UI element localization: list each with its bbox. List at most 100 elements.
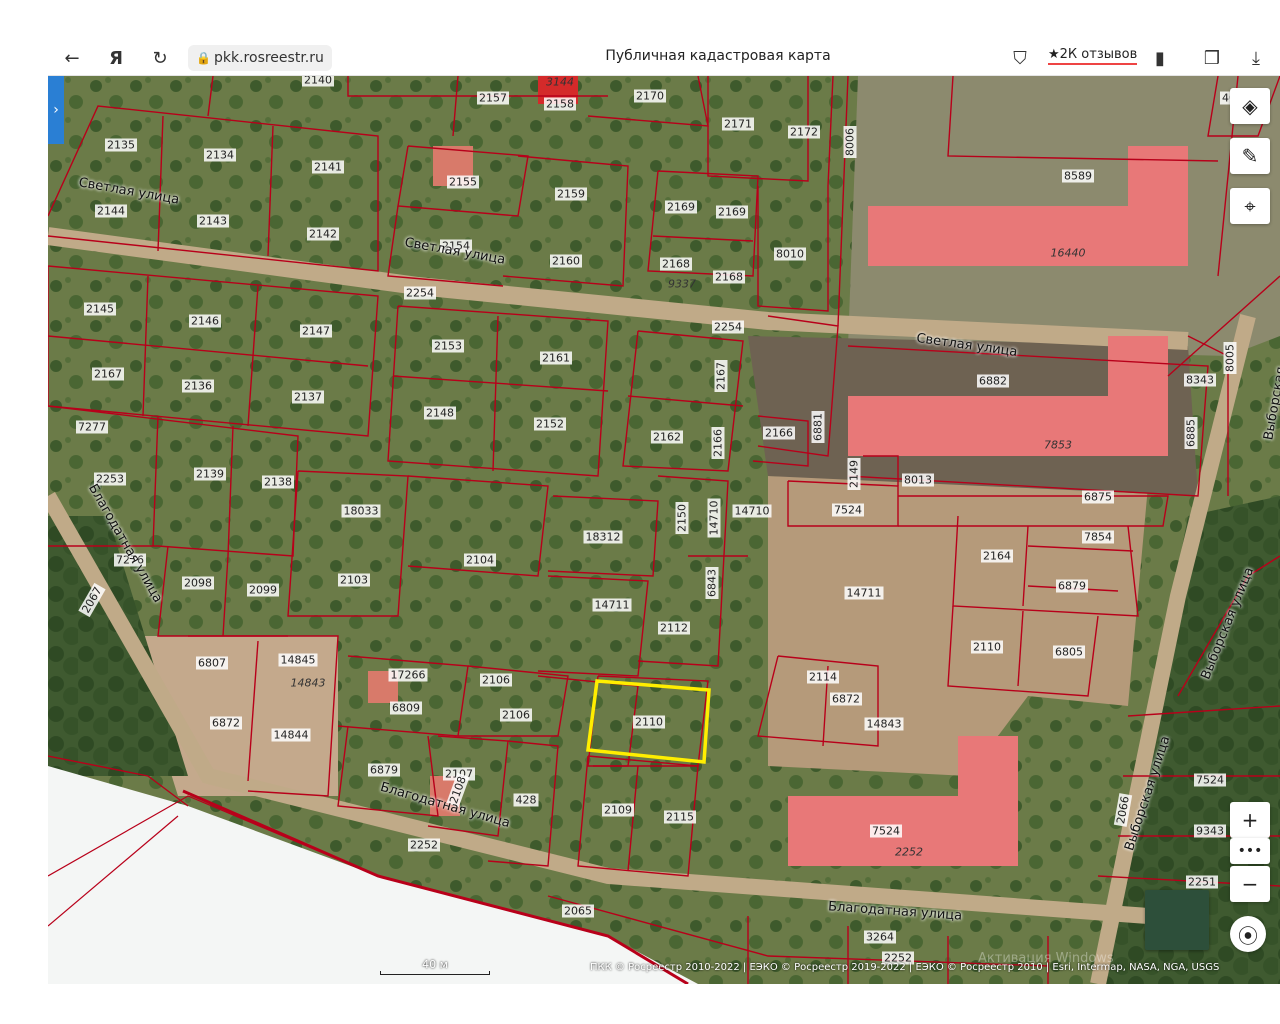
- parcel-label[interactable]: 2143: [197, 214, 229, 228]
- compass-icon[interactable]: ⦿: [1230, 916, 1266, 952]
- parcel-label[interactable]: 6879: [1056, 579, 1088, 593]
- parcel-label[interactable]: 2152: [534, 417, 566, 431]
- parcel-label[interactable]: 6872: [210, 716, 242, 730]
- parcel-label[interactable]: 2167: [92, 367, 124, 381]
- parcel-label[interactable]: 2141: [312, 160, 344, 174]
- parcel-label[interactable]: 9337: [666, 278, 698, 291]
- parcel-label[interactable]: 14710: [732, 504, 772, 518]
- plus-icon[interactable]: +: [1230, 802, 1270, 838]
- parcel-label[interactable]: 2167: [714, 360, 728, 392]
- parcel-label[interactable]: 2144: [95, 204, 127, 218]
- parcel-label[interactable]: 2157: [477, 91, 509, 105]
- minimap[interactable]: [1145, 890, 1209, 950]
- parcel-label[interactable]: 18033: [341, 504, 381, 518]
- parcel-label[interactable]: 6882: [977, 374, 1009, 388]
- parcel-label[interactable]: 2254: [712, 320, 744, 334]
- parcel-label[interactable]: 2168: [660, 257, 692, 271]
- parcel-label[interactable]: 2148: [424, 406, 456, 420]
- parcel-label[interactable]: 14845: [278, 653, 318, 667]
- parcel-label[interactable]: 2137: [292, 390, 324, 404]
- parcel-label[interactable]: 2135: [105, 138, 137, 152]
- parcel-label[interactable]: 2169: [665, 200, 697, 214]
- more-icon[interactable]: •••: [1230, 838, 1270, 864]
- parcel-label[interactable]: 7524: [832, 503, 864, 517]
- parcel-label[interactable]: 8006: [843, 126, 857, 158]
- locate-icon[interactable]: ⌖: [1230, 188, 1270, 224]
- parcel-label[interactable]: 2110: [971, 640, 1003, 654]
- parcel-label[interactable]: 14844: [271, 728, 311, 742]
- parcel-label[interactable]: 2251: [1186, 875, 1218, 889]
- parcel-label[interactable]: 2158: [544, 97, 576, 111]
- parcel-label[interactable]: 2166: [711, 427, 725, 459]
- parcel-label[interactable]: 2104: [464, 553, 496, 567]
- parcel-label[interactable]: 14711: [592, 598, 632, 612]
- address-bar[interactable]: 🔒 pkk.rosreestr.ru: [188, 45, 332, 71]
- reviews-link[interactable]: ★2К отзывов: [1048, 47, 1138, 65]
- parcel-label[interactable]: 14843: [289, 677, 328, 690]
- parcel-label[interactable]: 2169: [716, 205, 748, 219]
- parcel-label[interactable]: 2112: [658, 621, 690, 635]
- parcel-label[interactable]: 2172: [788, 125, 820, 139]
- parcel-label[interactable]: 6881: [811, 411, 825, 443]
- parcel-label[interactable]: 2110: [633, 715, 665, 729]
- parcel-label[interactable]: 6805: [1053, 645, 1085, 659]
- parcel-label[interactable]: 2168: [713, 270, 745, 284]
- parcel-label[interactable]: 2115: [664, 810, 696, 824]
- parcel-label[interactable]: 2161: [540, 351, 572, 365]
- parcel-label[interactable]: 2147: [300, 324, 332, 338]
- parcel-label[interactable]: 2166: [763, 426, 795, 440]
- layers-icon[interactable]: ◈: [1230, 88, 1270, 124]
- parcel-label[interactable]: 2065: [562, 904, 594, 918]
- parcel-label[interactable]: 2134: [204, 148, 236, 162]
- parcel-label[interactable]: 8343: [1184, 373, 1216, 387]
- parcel-label[interactable]: 7853: [1042, 439, 1074, 452]
- reload-icon[interactable]: ↻: [146, 44, 174, 72]
- arrow-left-icon[interactable]: ←: [58, 44, 86, 72]
- parcel-label[interactable]: 14710: [707, 498, 721, 538]
- parcel-label[interactable]: 8589: [1062, 169, 1094, 183]
- parcel-label[interactable]: 2252: [893, 846, 925, 859]
- parcel-label[interactable]: 2153: [432, 339, 464, 353]
- parcel-label[interactable]: 2114: [807, 670, 839, 684]
- parcel-label[interactable]: 2140: [302, 76, 334, 87]
- parcel-label[interactable]: 2139: [194, 467, 226, 481]
- parcel-label[interactable]: 6872: [830, 692, 862, 706]
- ruler-icon[interactable]: ✎: [1230, 138, 1270, 174]
- parcel-label[interactable]: 8010: [774, 247, 806, 261]
- parcel-label[interactable]: 2155: [447, 175, 479, 189]
- parcel-label[interactable]: 17266: [388, 668, 428, 682]
- parcel-label[interactable]: 2109: [602, 803, 634, 817]
- parcel-label[interactable]: 2099: [247, 583, 279, 597]
- parcel-label[interactable]: 7524: [870, 824, 902, 838]
- parcel-label[interactable]: 8005: [1223, 342, 1237, 374]
- shield-icon[interactable]: ⛉: [1006, 44, 1034, 72]
- parcel-label[interactable]: 2164: [981, 549, 1013, 563]
- parcel-label[interactable]: 7524: [1194, 773, 1226, 787]
- parcel-label[interactable]: 16440: [1049, 247, 1088, 260]
- minus-icon[interactable]: −: [1230, 866, 1270, 902]
- parcel-label[interactable]: 2103: [338, 573, 370, 587]
- parcel-label[interactable]: 9343: [1194, 824, 1226, 838]
- extensions-icon[interactable]: ❒: [1198, 44, 1226, 72]
- parcel-label[interactable]: 6807: [196, 656, 228, 670]
- parcel-label[interactable]: 14711: [844, 586, 884, 600]
- parcel-label[interactable]: 2170: [634, 89, 666, 103]
- parcel-label[interactable]: 2142: [307, 227, 339, 241]
- parcel-label[interactable]: 2149: [847, 458, 861, 490]
- yandex-logo-icon[interactable]: Я: [102, 44, 130, 72]
- parcel-label[interactable]: 2252: [408, 838, 440, 852]
- parcel-label[interactable]: 6885: [1184, 417, 1198, 449]
- download-icon[interactable]: ⤓: [1242, 44, 1270, 72]
- bookmark-icon[interactable]: ▮: [1146, 44, 1174, 72]
- parcel-label[interactable]: 7854: [1082, 530, 1114, 544]
- parcel-label[interactable]: 6879: [368, 763, 400, 777]
- parcel-label[interactable]: 2160: [550, 254, 582, 268]
- parcel-label[interactable]: 6843: [705, 567, 719, 599]
- parcel-label[interactable]: 2146: [189, 314, 221, 328]
- parcel-label[interactable]: 2162: [651, 430, 683, 444]
- cadastral-map[interactable]: 2140 2157 2158 2170 2171 2172 8006 2135 2134 2141…: [48, 76, 1280, 984]
- parcel-label[interactable]: 2145: [84, 302, 116, 316]
- parcel-label[interactable]: 3144: [544, 76, 576, 89]
- parcel-label[interactable]: 2136: [182, 379, 214, 393]
- parcel-label[interactable]: 6875: [1082, 490, 1114, 504]
